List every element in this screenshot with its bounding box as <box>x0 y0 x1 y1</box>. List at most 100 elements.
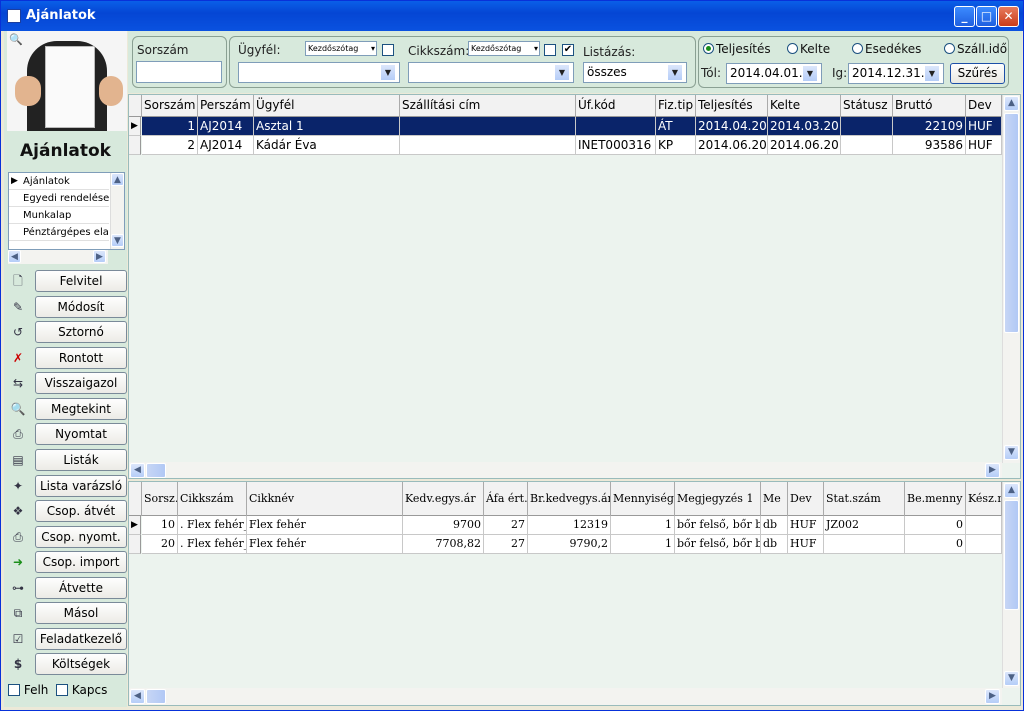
module-list-hscroll[interactable]: ◀ ▶ <box>8 250 108 264</box>
col-header[interactable]: Fiz.tip <box>656 95 696 117</box>
cell[interactable]: Asztal 1 <box>254 117 400 136</box>
cell[interactable]: HUF <box>788 535 824 554</box>
cell[interactable]: 20 <box>142 535 178 554</box>
csop-import-button[interactable]: ➜ Csop. import <box>8 551 127 574</box>
cell[interactable] <box>966 516 1002 535</box>
cell[interactable]: Flex fehér <box>247 516 403 535</box>
col-header[interactable]: Dev <box>966 95 1002 117</box>
cell[interactable] <box>576 117 656 136</box>
chevron-down-icon[interactable]: ▼ <box>667 64 683 81</box>
close-button[interactable]: ✕ <box>998 6 1019 27</box>
col-header[interactable]: Dev <box>788 482 824 516</box>
table-row[interactable]: ▶ 10 . Flex fehér_1 Flex fehér 9700 27 1… <box>129 516 1002 535</box>
cell[interactable] <box>841 117 893 136</box>
chevron-down-icon[interactable]: ▼ <box>380 64 396 81</box>
items-vscroll[interactable]: ▲ ▼ <box>1002 482 1020 688</box>
cell[interactable]: 12319 <box>528 516 611 535</box>
module-list-vscroll[interactable]: ▲ ▼ <box>110 173 124 249</box>
cell[interactable]: 2014.03.20. <box>768 117 841 136</box>
cell[interactable]: 9700 <box>403 516 484 535</box>
table-row[interactable]: 20 . Flex fehér_1 Flex fehér 7708,82 27 … <box>129 535 1002 554</box>
col-header[interactable]: Ügyfél <box>254 95 400 117</box>
cell[interactable]: 7708,82 <box>403 535 484 554</box>
col-header[interactable]: Be.menny <box>905 482 966 516</box>
cell[interactable]: 22109 <box>893 117 966 136</box>
cell[interactable]: 2014.06.20. <box>768 136 841 155</box>
col-header[interactable]: Státusz <box>841 95 893 117</box>
cell[interactable]: db <box>761 535 788 554</box>
scroll-down-icon[interactable]: ▼ <box>111 234 124 247</box>
cell[interactable]: AJ2014 <box>198 117 254 136</box>
cell[interactable]: HUF <box>966 136 1002 155</box>
maximize-button[interactable]: □ <box>976 6 997 27</box>
module-item[interactable]: Munkalap <box>9 207 109 224</box>
cell[interactable]: INET000316 <box>576 136 656 155</box>
scroll-thumb[interactable] <box>146 689 166 704</box>
visszaigazol-button[interactable]: ⇆ Visszaigazol <box>8 372 127 395</box>
koltsegek-button[interactable]: $ Költségek <box>8 653 127 676</box>
felh-checkbox[interactable] <box>8 684 20 696</box>
szures-button[interactable]: Szűrés <box>950 63 1005 84</box>
col-header[interactable]: Áfa ért. <box>484 482 528 516</box>
scroll-thumb[interactable] <box>1004 500 1019 610</box>
scroll-thumb[interactable] <box>1004 113 1019 333</box>
sorszam-input[interactable] <box>136 61 222 83</box>
scroll-down-icon[interactable]: ▼ <box>1004 671 1019 686</box>
cell[interactable] <box>400 136 576 155</box>
module-list[interactable]: ▶ Ajánlatok Egyedi rendelések Munkalap Pé… <box>8 172 125 250</box>
cell[interactable]: . Flex fehér_1 <box>178 516 247 535</box>
scroll-right-icon[interactable]: ▶ <box>985 463 1000 478</box>
magnifier-icon[interactable]: 🔍 <box>9 33 23 46</box>
calendar-dropdown-icon[interactable]: ▼ <box>924 65 940 82</box>
felvitel-button[interactable]: 🗋 Felvitel <box>8 270 127 293</box>
col-header[interactable]: Kedv.egys.ár <box>403 482 484 516</box>
cell[interactable]: 2014.06.20. <box>696 136 768 155</box>
col-header[interactable]: Cikkszám <box>178 482 247 516</box>
cikkszam-mode-select[interactable]: Kezdőszótag ▾ <box>468 41 540 56</box>
scroll-left-icon[interactable]: ◀ <box>130 463 145 478</box>
col-header[interactable]: Me <box>761 482 788 516</box>
cell[interactable]: Flex fehér <box>247 535 403 554</box>
scroll-right-icon[interactable]: ▶ <box>93 250 106 263</box>
cell[interactable]: bőr felső, bőr be <box>675 535 761 554</box>
cell[interactable]: 27 <box>484 516 528 535</box>
col-header[interactable]: Mennyiség <box>611 482 675 516</box>
cikkszam-checkbox[interactable] <box>544 44 556 56</box>
scroll-up-icon[interactable]: ▲ <box>111 173 124 186</box>
scroll-left-icon[interactable]: ◀ <box>8 250 21 263</box>
radio-esedekes[interactable]: Esedékes <box>852 42 921 56</box>
calendar-dropdown-icon[interactable]: ▼ <box>802 65 818 82</box>
module-item[interactable]: ▶ Ajánlatok <box>9 173 109 190</box>
cell[interactable]: bőr felső, bőr be <box>675 516 761 535</box>
cell[interactable]: 9790,2 <box>528 535 611 554</box>
offers-vscroll[interactable]: ▲ ▼ <box>1002 95 1020 463</box>
cell[interactable]: 0 <box>905 516 966 535</box>
ugyfel-checkbox[interactable] <box>382 44 394 56</box>
cell[interactable]: 2 <box>142 136 198 155</box>
masol-button[interactable]: ⧉ Másol <box>8 602 127 625</box>
module-item[interactable]: Egyedi rendelések <box>9 190 109 207</box>
cell[interactable]: 1 <box>142 117 198 136</box>
cell[interactable]: . Flex fehér_1 <box>178 535 247 554</box>
scroll-up-icon[interactable]: ▲ <box>1004 96 1019 111</box>
sztorno-button[interactable]: ↺ Sztornó <box>8 321 127 344</box>
scroll-down-icon[interactable]: ▼ <box>1004 445 1019 460</box>
feladatkezelo-button[interactable]: ☑ Feladatkezelő <box>8 628 127 651</box>
col-header[interactable]: Kelte <box>768 95 841 117</box>
col-header[interactable]: Bruttó <box>893 95 966 117</box>
kapcs-checkbox[interactable] <box>56 684 69 696</box>
cell[interactable] <box>400 117 576 136</box>
table-row[interactable]: ▶ 1 AJ2014 Asztal 1 ÁT 2014.04.20. 2014.… <box>129 117 1002 136</box>
scroll-right-icon[interactable]: ▶ <box>985 689 1000 704</box>
cell[interactable]: 0 <box>905 535 966 554</box>
cell[interactable]: 2014.04.20. <box>696 117 768 136</box>
ugyfel-input[interactable] <box>238 62 400 83</box>
scroll-left-icon[interactable]: ◀ <box>130 689 145 704</box>
cell[interactable]: 93586 <box>893 136 966 155</box>
cell[interactable] <box>966 535 1002 554</box>
col-header[interactable]: Megjegyzés 1 <box>675 482 761 516</box>
checked-checkbox[interactable]: ✔ <box>562 44 574 56</box>
cell[interactable]: ÁT <box>656 117 696 136</box>
col-header[interactable]: Kész.m <box>966 482 1002 516</box>
cell[interactable]: 1 <box>611 516 675 535</box>
